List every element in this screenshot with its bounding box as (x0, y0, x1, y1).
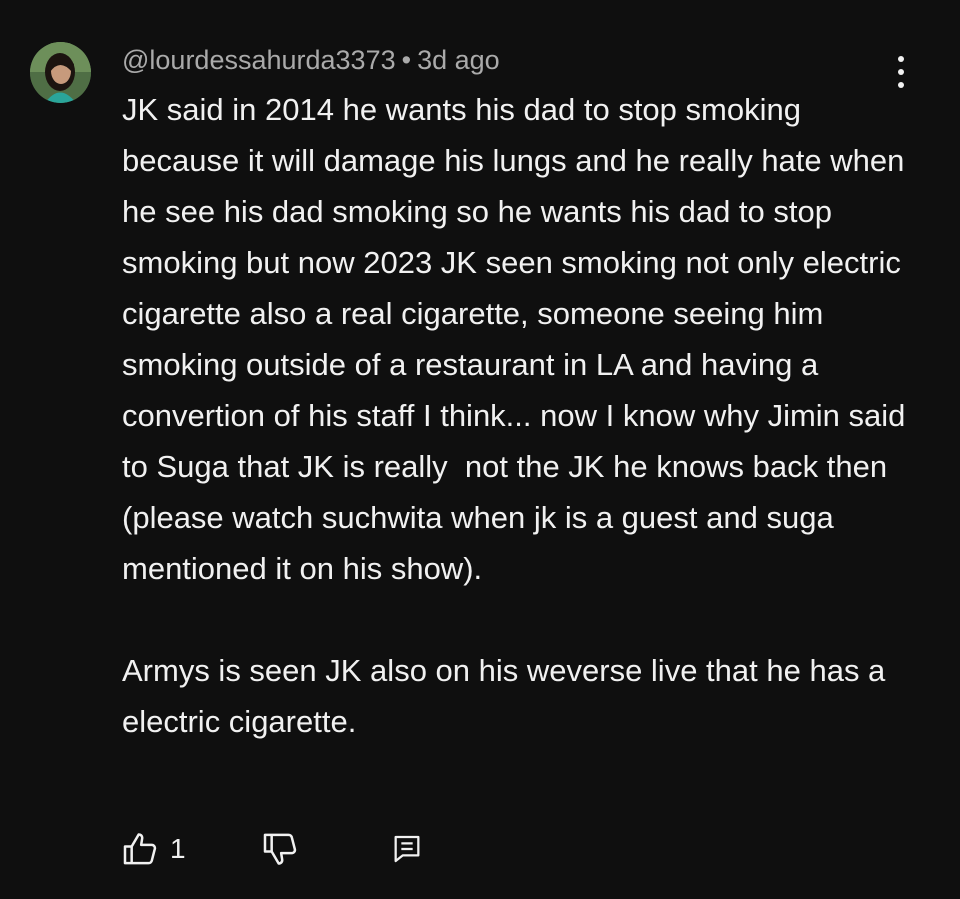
author-name[interactable]: @lourdessahurda3373 (122, 45, 396, 75)
thumb-up-icon (123, 833, 157, 865)
reply-button[interactable] (390, 827, 424, 871)
comment-thread: @lourdessahurda3373 • 3d ago JK said in 20… (0, 0, 960, 899)
comment-text: JK said in 2014 he wants his dad to stop… (122, 84, 912, 747)
comment-paragraph: Armys is seen JK also on his weverse liv… (122, 653, 894, 739)
like-count: 1 (170, 833, 186, 864)
timestamp[interactable]: 3d ago (417, 45, 500, 75)
comment-header: @lourdessahurda3373 • 3d ago (122, 43, 500, 77)
comment-paragraph: JK said in 2014 he wants his dad to stop… (122, 92, 915, 586)
more-vert-icon (898, 56, 904, 62)
comment-icon (394, 835, 420, 863)
separator-dot: • (401, 45, 412, 75)
avatar[interactable] (30, 42, 91, 103)
thumb-down-icon (263, 833, 297, 865)
dislike-button[interactable] (260, 827, 300, 871)
avatar-image (30, 42, 91, 103)
like-button[interactable]: 1 (120, 827, 186, 871)
